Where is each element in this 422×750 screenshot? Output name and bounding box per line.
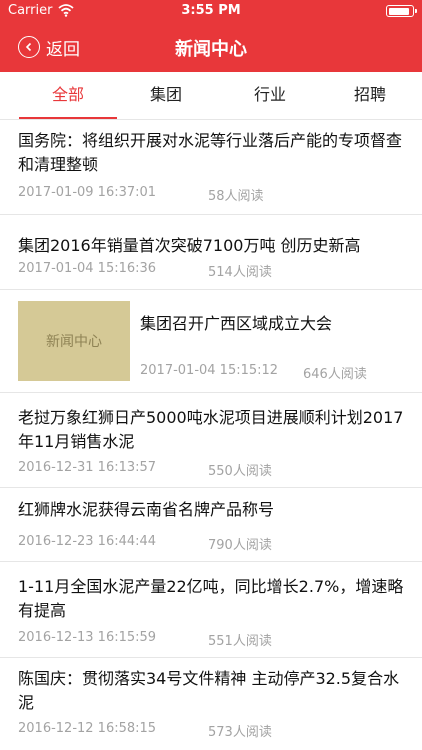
category-tabs: 全部 集团 行业 招聘: [0, 72, 422, 120]
tab-group-label: 集团: [149, 85, 182, 104]
news-thumbnail: 新闻中心: [18, 301, 130, 381]
news-list: 国务院：将组织开展对水泥等行业落后产能的专项督查和清理整顿 2017-01-09…: [0, 120, 422, 750]
news-date: 2016-12-12 16:58:15: [18, 721, 157, 736]
news-item[interactable]: 老挝万象红狮日产5000吨水泥项目进展顺利计划2017年11月销售水泥 2016…: [0, 393, 422, 488]
status-bar: Carrier 3:55 PM: [0, 0, 422, 22]
news-date: 2017-01-04 15:16:36: [18, 261, 157, 276]
news-date: 2016-12-13 16:15:59: [18, 630, 157, 645]
tab-recruitment[interactable]: 招聘: [321, 72, 419, 119]
news-read-count: 58人阅读: [208, 189, 264, 204]
news-date: 2017-01-09 16:37:01: [18, 185, 157, 200]
news-title: 老挝万象红狮日产5000吨水泥项目进展顺利计划2017年11月销售水泥: [18, 408, 404, 451]
battery-level: [388, 7, 409, 15]
news-read-count: 790人阅读: [208, 538, 272, 553]
news-read-count: 551人阅读: [208, 634, 272, 649]
navigation-bar: 返回 新闻中心: [0, 22, 422, 72]
news-item[interactable]: 新闻中心 集团召开广西区域成立大会 2017-01-04 15:15:12 64…: [0, 290, 422, 393]
news-date: 2017-01-04 15:15:12: [140, 363, 279, 378]
thumbnail-text: 新闻中心: [46, 334, 102, 350]
tab-recruitment-label: 招聘: [353, 85, 386, 104]
news-item[interactable]: 集团2016年销量首次突破7100万吨 创历史新高 2017-01-04 15:…: [0, 215, 422, 290]
news-title: 陈国庆：贯彻落实34号文件精神 主动停产32.5复合水泥: [18, 669, 400, 712]
battery-icon: [386, 5, 417, 17]
news-title: 集团2016年销量首次突破7100万吨 创历史新高: [18, 236, 361, 255]
news-read-count: 646人阅读: [303, 367, 367, 382]
news-read-count: 514人阅读: [208, 265, 272, 280]
news-item[interactable]: 1-11月全国水泥产量22亿吨，同比增长2.7%，增速略有提高 2016-12-…: [0, 562, 422, 658]
news-date: 2016-12-31 16:13:57: [18, 460, 157, 475]
news-title: 1-11月全国水泥产量22亿吨，同比增长2.7%，增速略有提高: [18, 577, 404, 620]
top-bar: Carrier 3:55 PM 返回 新闻中心: [0, 0, 422, 72]
news-title: 红狮牌水泥获得云南省名牌产品称号: [18, 500, 275, 519]
news-title: 集团召开广西区域成立大会: [140, 314, 333, 333]
news-title: 国务院：将组织开展对水泥等行业落后产能的专项督查和清理整顿: [18, 131, 403, 174]
tab-industry-label: 行业: [253, 85, 286, 104]
tab-group[interactable]: 集团: [117, 72, 215, 119]
news-read-count: 573人阅读: [208, 725, 272, 740]
news-read-count: 550人阅读: [208, 464, 272, 479]
news-item[interactable]: 陈国庆：贯彻落实34号文件精神 主动停产32.5复合水泥 2016-12-12 …: [0, 658, 422, 750]
news-item[interactable]: 红狮牌水泥获得云南省名牌产品称号 2016-12-23 16:44:44 790…: [0, 488, 422, 562]
news-item[interactable]: 国务院：将组织开展对水泥等行业落后产能的专项督查和清理整顿 2017-01-09…: [0, 120, 422, 215]
active-tab-indicator: [19, 117, 117, 119]
tab-all[interactable]: 全部: [19, 72, 117, 119]
tab-all-label: 全部: [51, 85, 84, 104]
news-date: 2016-12-23 16:44:44: [18, 534, 157, 549]
tab-industry[interactable]: 行业: [221, 72, 319, 119]
page-title: 新闻中心: [175, 39, 247, 60]
status-time: 3:55 PM: [181, 3, 241, 18]
